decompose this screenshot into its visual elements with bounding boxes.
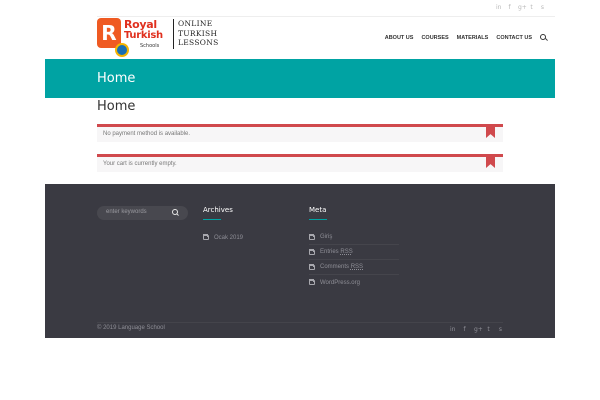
- footer-social-links: in f g+ t s: [450, 326, 503, 334]
- site-footer: enter keywords Archives Ocak 2019 Meta G…: [45, 184, 555, 338]
- facebook-icon[interactable]: f: [462, 326, 467, 334]
- site-logo[interactable]: R Royal Turkish Schools ONLINE TURKISH L…: [97, 17, 222, 59]
- footer-divider: [97, 322, 503, 323]
- search-icon[interactable]: [540, 34, 548, 42]
- logo-tagline-line: LESSONS: [178, 38, 219, 47]
- rss-abbr: RSS: [350, 264, 364, 270]
- list-item[interactable]: Comments RSS: [309, 260, 399, 275]
- folder-icon: [309, 233, 315, 240]
- notice-cart: Your cart is currently empty.: [97, 154, 503, 172]
- logo-tagline-line: TURKISH: [178, 28, 218, 38]
- meta-link[interactable]: Comments RSS: [320, 264, 363, 270]
- list-item[interactable]: Ocak 2019: [203, 230, 293, 245]
- widget-title-underline: [203, 219, 221, 220]
- nav-contact-us[interactable]: CONTACT US: [496, 35, 532, 41]
- archives-list: Ocak 2019: [203, 230, 293, 245]
- nav-materials[interactable]: MATERIALS: [457, 35, 489, 41]
- twitter-icon[interactable]: t: [529, 4, 534, 12]
- page-title: Home: [97, 99, 136, 114]
- linkedin-icon[interactable]: in: [450, 326, 455, 334]
- archive-link[interactable]: Ocak 2019: [214, 235, 243, 241]
- notice-payment: No payment method is available.: [97, 124, 503, 142]
- bookmark-icon: [486, 124, 495, 138]
- page-title-band: Home: [45, 59, 555, 98]
- meta-widget-title: Meta: [309, 206, 327, 214]
- logo-tagline: ONLINE TURKISH LESSONS: [178, 19, 219, 48]
- logo-tagline-line: ONLINE: [178, 19, 213, 28]
- title-band-heading: Home: [97, 71, 136, 86]
- meta-link-label: Entries: [320, 249, 339, 255]
- top-bar: in f g+ t s: [97, 0, 555, 17]
- footer-search-input[interactable]: enter keywords: [97, 206, 188, 220]
- bookmark-icon: [486, 154, 495, 168]
- list-item[interactable]: WordPress.org: [309, 275, 399, 290]
- search-placeholder: enter keywords: [106, 209, 147, 215]
- meta-link[interactable]: Giriş: [320, 234, 332, 240]
- search-icon[interactable]: [172, 209, 180, 217]
- main-nav: ABOUT US COURSES MATERIALS CONTACT US: [377, 34, 548, 42]
- meta-list: Giriş Entries RSS Comments RSS WordPress…: [309, 230, 399, 290]
- twitter-icon[interactable]: t: [486, 326, 491, 334]
- copyright-text: © 2019 Language School: [97, 325, 165, 331]
- folder-icon: [309, 279, 315, 285]
- logo-emblem-icon: [115, 43, 129, 57]
- rss-abbr: RSS: [340, 249, 353, 255]
- linkedin-icon[interactable]: in: [496, 4, 501, 12]
- notice-text: Your cart is currently empty.: [103, 161, 177, 167]
- list-item[interactable]: Entries RSS: [309, 245, 399, 260]
- top-social-links: in f g+ t s: [496, 4, 545, 12]
- widget-title-underline: [309, 219, 327, 220]
- notice-text: No payment method is available.: [103, 131, 191, 137]
- logo-schools-text: Schools: [140, 43, 160, 49]
- skype-icon[interactable]: s: [540, 4, 545, 12]
- google-plus-icon[interactable]: g+: [474, 326, 483, 334]
- logo-separator: [173, 19, 174, 49]
- archives-widget-title: Archives: [203, 206, 233, 214]
- list-item[interactable]: Giriş: [309, 230, 399, 245]
- skype-icon[interactable]: s: [498, 326, 503, 334]
- logo-turkish-text: Turkish: [124, 30, 163, 41]
- google-plus-icon[interactable]: g+: [518, 4, 527, 12]
- nav-about-us[interactable]: ABOUT US: [385, 35, 414, 41]
- folder-icon: [309, 248, 315, 255]
- meta-link[interactable]: Entries RSS: [320, 249, 353, 255]
- nav-courses[interactable]: COURSES: [421, 35, 448, 41]
- facebook-icon[interactable]: f: [507, 4, 512, 12]
- meta-link[interactable]: WordPress.org: [320, 280, 360, 286]
- meta-link-label: Comments: [320, 264, 350, 270]
- folder-icon: [309, 263, 315, 270]
- folder-icon: [203, 234, 209, 240]
